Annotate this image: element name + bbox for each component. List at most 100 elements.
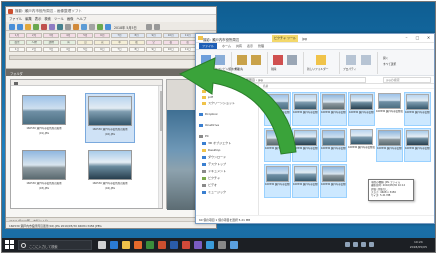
category-chip[interactable]: 建物: [43, 40, 60, 45]
settings-app-icon[interactable]: [218, 241, 226, 249]
file-tile[interactable]: 160530 瀬戸内市役所周辺風景(05).JPG: [376, 92, 403, 126]
month-chip[interactable]: 11月: [179, 33, 196, 38]
onenote-icon[interactable]: [194, 241, 202, 249]
volume-icon[interactable]: [361, 242, 366, 247]
tab-view[interactable]: 表示: [247, 44, 253, 48]
rotate-icon[interactable]: [49, 23, 55, 30]
nav-item-downloads[interactable]: ダウンロード: [202, 155, 226, 159]
ribbon-label-open[interactable]: 開く: [383, 56, 388, 60]
rename-icon[interactable]: [287, 55, 297, 65]
category-chip[interactable]: 花: [94, 40, 111, 45]
month-chip[interactable]: 4月: [60, 33, 77, 38]
menu-view[interactable]: 表示: [35, 16, 42, 21]
image-app-icon[interactable]: [158, 241, 166, 249]
properties-icon[interactable]: [346, 55, 356, 65]
day-chip[interactable]: 4日: [60, 47, 77, 52]
print-icon[interactable]: [73, 23, 79, 30]
chevron-up-icon[interactable]: [345, 242, 350, 247]
nav-arrows-icon[interactable]: ← → ↑: [199, 78, 210, 82]
pin-icon[interactable]: [201, 55, 211, 65]
category-chip[interactable]: 海: [60, 40, 77, 45]
day-chip[interactable]: 8日: [128, 47, 145, 52]
copy-to-icon[interactable]: [251, 55, 261, 65]
menu-file[interactable]: ファイル: [9, 16, 22, 21]
month-chip[interactable]: 9月: [145, 33, 162, 38]
settings-icon[interactable]: [65, 23, 71, 30]
task-view-icon[interactable]: [98, 241, 106, 249]
month-chip[interactable]: 2月: [26, 33, 43, 38]
menu-edit[interactable]: 編集: [25, 16, 32, 21]
tag-icon[interactable]: [97, 23, 103, 30]
network-icon[interactable]: [353, 242, 358, 247]
edge-icon[interactable]: [110, 241, 118, 249]
folder-icon[interactable]: [25, 23, 31, 30]
day-chip[interactable]: 11日: [179, 47, 196, 52]
move-to-icon[interactable]: [237, 55, 247, 65]
nav-item-dropbox[interactable]: Dropbox: [199, 112, 218, 116]
month-chip[interactable]: 3月: [43, 33, 60, 38]
nav-item-pdf[interactable]: pdf: [202, 95, 213, 99]
list-icon[interactable]: [146, 23, 152, 30]
file-tile[interactable]: 160530 瀬戸内市役所周辺風景(12).JPG: [404, 128, 431, 162]
thumbnail-item[interactable]: 160530 瀬戸内市役所周辺風景 (02).JPG: [85, 93, 135, 143]
mail-app-icon[interactable]: [206, 241, 214, 249]
address-bar[interactable]: « 撮影 › 瀬戸内市役所周辺 › jpg: [216, 77, 366, 83]
excel-icon[interactable]: [146, 241, 154, 249]
firefox-icon[interactable]: [134, 241, 142, 249]
category-chip[interactable]: 人物: [26, 40, 43, 45]
file-tile[interactable]: 160530 瀬戸内市役所周辺風景(10).JPG: [348, 128, 375, 162]
minimize-icon[interactable]: –: [403, 35, 410, 40]
grid-icon[interactable]: [154, 23, 160, 30]
month-chip[interactable]: 1月: [9, 33, 26, 38]
day-chip[interactable]: 9日: [145, 47, 162, 52]
copy-icon[interactable]: [215, 55, 225, 65]
file-explorer-icon[interactable]: [122, 241, 130, 249]
maximize-icon[interactable]: □: [414, 35, 421, 40]
nav-item-desktop-en[interactable]: Desktop: [202, 148, 220, 152]
file-tile[interactable]: 160530 瀬戸内市役所周辺風景(13).JPG: [264, 164, 291, 198]
day-chip[interactable]: 2日: [26, 47, 43, 52]
thumbnail-item[interactable]: 160530 瀬戸内市役所周辺風景 (01).JPG: [19, 93, 69, 143]
zoom-icon[interactable]: [89, 23, 95, 30]
search-input[interactable]: jpgの検索: [383, 77, 431, 83]
column-header-name[interactable]: 名前: [260, 84, 434, 89]
calendar-icon[interactable]: [105, 23, 111, 30]
category-chip[interactable]: 船: [128, 40, 145, 45]
day-chip[interactable]: 10日: [162, 47, 179, 52]
nav-item-onedrive[interactable]: OneDrive: [199, 123, 219, 127]
view-mode-icon[interactable]: [14, 81, 18, 85]
close-icon[interactable]: ✕: [425, 35, 432, 40]
menu-help[interactable]: ヘルプ: [76, 16, 86, 21]
tab-share[interactable]: 共有: [236, 44, 242, 48]
category-chip[interactable]: 空: [145, 40, 162, 45]
slideshow-icon[interactable]: [57, 23, 63, 30]
back-icon[interactable]: [9, 23, 15, 30]
month-chip[interactable]: 7月: [111, 33, 128, 38]
category-chip[interactable]: 夜: [162, 40, 179, 45]
day-chip[interactable]: 6日: [94, 47, 111, 52]
thumbnail-item[interactable]: 160530 瀬戸内市役所周辺風景 (03).JPG: [19, 148, 69, 198]
scrollbar-thumb[interactable]: [159, 91, 162, 131]
word-icon[interactable]: [170, 241, 178, 249]
nav-item-pictures[interactable]: ピクチャ: [202, 176, 220, 180]
ribbon-label-select-all[interactable]: すべて選択: [383, 62, 396, 66]
nav-item-desktop[interactable]: デスクトップ: [202, 162, 226, 166]
menu-tools[interactable]: ツール: [54, 16, 64, 21]
day-chip[interactable]: 7日: [111, 47, 128, 52]
file-tile[interactable]: 160530 瀬戸内市役所周辺風景(01).JPG: [264, 92, 291, 126]
month-chip[interactable]: 5月: [77, 33, 94, 38]
thumbnail-scrollbar[interactable]: [158, 86, 162, 208]
windows-start-icon[interactable]: [5, 240, 15, 250]
month-chip[interactable]: 6月: [94, 33, 111, 38]
month-chip[interactable]: 8月: [128, 33, 145, 38]
file-tile[interactable]: 160530 瀬戸内市役所周辺風景(15).JPG: [320, 164, 347, 198]
new-folder-icon[interactable]: [316, 55, 326, 65]
file-tile[interactable]: 160530 瀬戸内市役所周辺風景(08).JPG: [292, 128, 319, 162]
powerpoint-icon[interactable]: [182, 241, 190, 249]
file-tile[interactable]: 160530 瀬戸内市役所周辺風景(06).JPG: [404, 92, 431, 126]
nav-item-3d-objects[interactable]: 3D オブジェクト: [202, 141, 231, 145]
timeline-strip[interactable]: [9, 55, 213, 60]
menu-image[interactable]: 画像: [67, 16, 74, 21]
nav-item-jpg[interactable]: jpg: [202, 89, 213, 93]
menu-search[interactable]: 検索: [44, 16, 51, 21]
